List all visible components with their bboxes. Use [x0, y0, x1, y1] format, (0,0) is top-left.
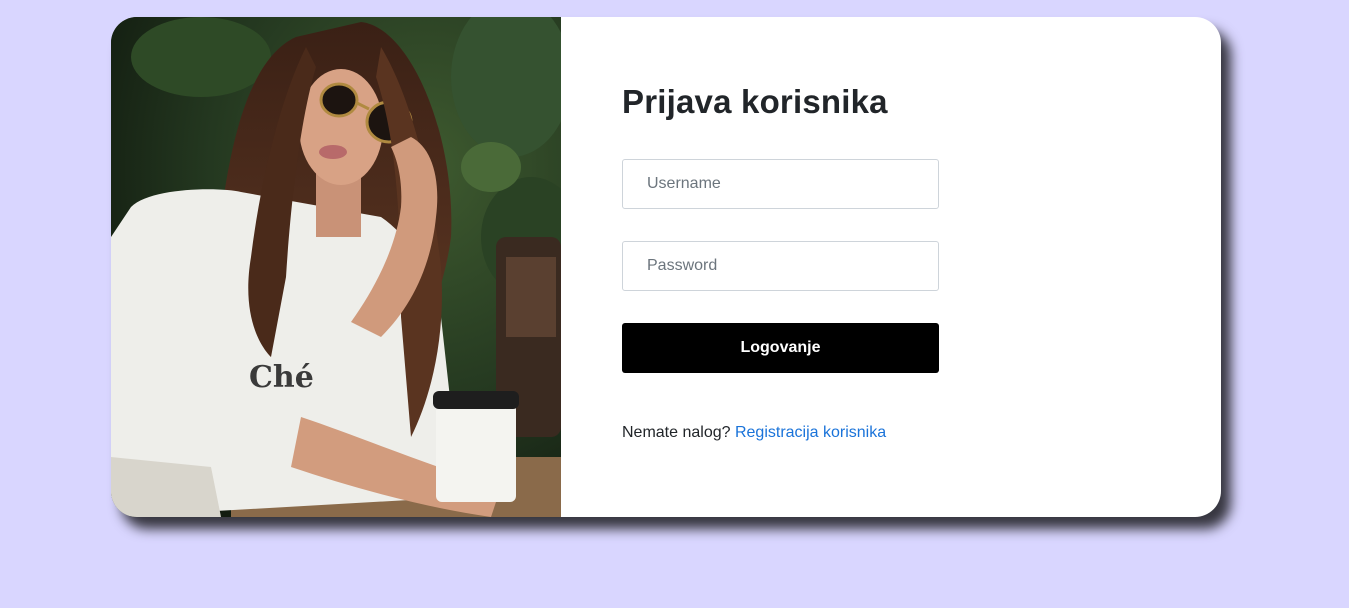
login-button[interactable]: Logovanje [622, 323, 939, 373]
shirt-text: Ché [249, 360, 314, 395]
page-title: Prijava korisnika [622, 83, 888, 120]
hero-photo: Ché [111, 17, 561, 517]
register-link[interactable]: Registracija korisnika [735, 424, 886, 441]
signup-prompt-row: Nemate nalog? Registracija korisnika [622, 424, 1221, 442]
signup-prompt-text: Nemate nalog? [622, 424, 731, 441]
login-card: Ché Prijava korisnika Logovanje Nemate n… [111, 17, 1221, 517]
username-input[interactable] [622, 159, 939, 209]
password-input[interactable] [622, 241, 939, 291]
login-form-panel: Prijava korisnika Logovanje Nemate nalog… [561, 17, 1221, 517]
woman-with-sunglasses-illustration: Ché [111, 17, 561, 517]
